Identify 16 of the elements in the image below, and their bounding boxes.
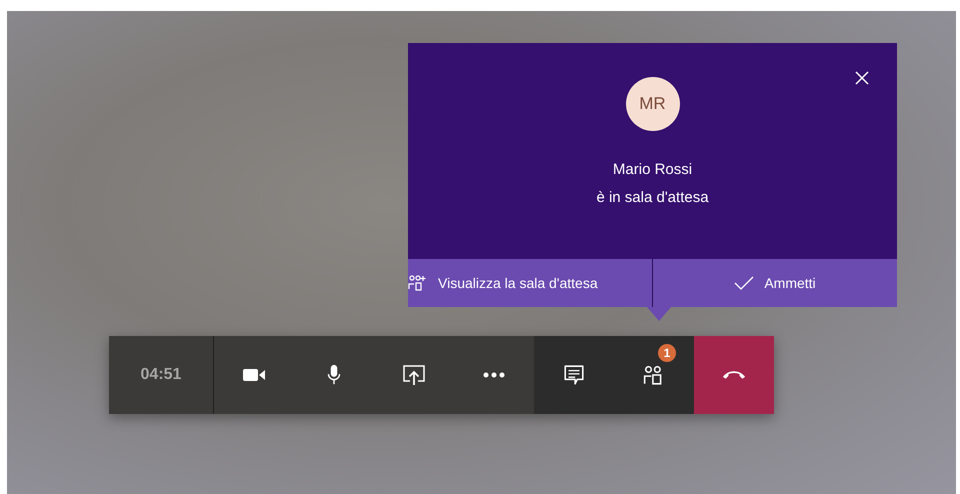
camera-button[interactable] bbox=[214, 336, 294, 414]
chat-icon bbox=[562, 364, 586, 386]
view-lobby-button[interactable]: Visualizza la sala d'attesa bbox=[408, 259, 653, 307]
people-button[interactable]: 1 bbox=[614, 336, 694, 414]
notification-badge: 1 bbox=[658, 344, 676, 362]
close-icon[interactable] bbox=[855, 71, 869, 85]
call-timer: 04:51 bbox=[109, 336, 214, 414]
lobby-message: è in sala d'attesa bbox=[596, 188, 709, 208]
participant-name: Mario Rossi bbox=[612, 160, 692, 180]
checkmark-icon bbox=[734, 275, 754, 291]
share-screen-icon bbox=[402, 364, 426, 386]
chat-button[interactable] bbox=[534, 336, 614, 414]
people-add-icon bbox=[408, 275, 428, 291]
pointer-arrow bbox=[647, 307, 671, 321]
avatar: MR bbox=[626, 77, 680, 131]
more-icon bbox=[482, 372, 506, 378]
